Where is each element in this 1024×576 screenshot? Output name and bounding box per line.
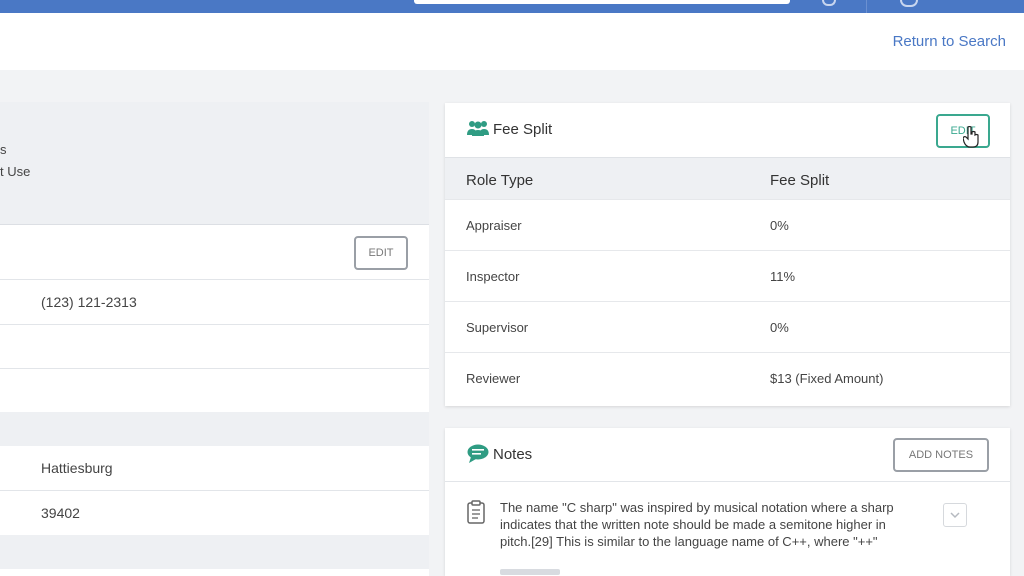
read-more-link[interactable] — [500, 569, 560, 575]
note-expand-toggle[interactable] — [943, 503, 967, 527]
navbar-divider — [866, 0, 867, 13]
hand-cursor-icon — [963, 126, 979, 148]
summary-text-fragment: t Use — [0, 164, 31, 179]
fee-split-card: Fee Split EDIT Role Type Fee Split Appra… — [445, 103, 1010, 406]
table-row: Inspector 11% — [445, 250, 1010, 302]
note-text: The name "C sharp" was inspired by music… — [500, 500, 894, 549]
role-cell: Inspector — [466, 269, 520, 284]
column-header-role-type: Role Type — [466, 172, 534, 189]
contact-edit-button[interactable]: EDIT — [354, 236, 408, 270]
split-cell: 0% — [770, 218, 789, 233]
fee-split-title: Fee Split — [493, 121, 553, 138]
page-subheader: Return to Search — [0, 13, 1024, 70]
city-value: Hattiesburg — [41, 460, 113, 476]
comment-icon — [467, 444, 489, 463]
role-cell: Appraiser — [466, 218, 522, 233]
top-navbar — [0, 0, 1024, 13]
chevron-down-icon — [950, 512, 960, 519]
divider — [0, 324, 429, 325]
add-notes-button[interactable]: ADD NOTES — [893, 438, 989, 472]
table-row: Reviewer $13 (Fixed Amount) — [445, 352, 1010, 404]
divider — [0, 368, 429, 369]
summary-text-fragment: s — [0, 142, 7, 157]
details-panel: s t Use EDIT (123) 121-2313 Hattiesburg … — [0, 102, 429, 576]
notification-icon[interactable] — [822, 0, 836, 6]
detail-row: 39402 — [0, 491, 429, 535]
users-icon — [467, 121, 489, 136]
return-to-search-link[interactable]: Return to Search — [893, 33, 1006, 50]
split-cell: 0% — [770, 320, 789, 335]
table-row: Appraiser 0% — [445, 199, 1010, 251]
phone-value: (123) 121-2313 — [41, 294, 137, 310]
details-summary-section: s t Use — [0, 102, 429, 225]
divider — [445, 481, 1010, 482]
user-avatar-icon[interactable] — [900, 0, 918, 7]
section-header — [0, 412, 429, 446]
role-cell: Reviewer — [466, 371, 521, 386]
clipboard-icon — [467, 500, 485, 524]
column-header-fee-split: Fee Split — [770, 172, 830, 189]
notes-card: Notes ADD NOTES The name "C sharp" was i… — [445, 428, 1010, 576]
zip-value: 39402 — [41, 505, 80, 521]
role-cell: Supervisor — [466, 320, 529, 335]
notes-title: Notes — [493, 446, 533, 463]
table-row: Supervisor 0% — [445, 301, 1010, 353]
split-cell: 11% — [770, 269, 796, 284]
fee-split-table-header: Role Type Fee Split — [445, 157, 1010, 200]
section-header — [0, 535, 429, 569]
global-search-input[interactable] — [414, 0, 790, 4]
split-cell: $13 (Fixed Amount) — [770, 371, 884, 386]
detail-row: Hattiesburg — [0, 446, 429, 490]
